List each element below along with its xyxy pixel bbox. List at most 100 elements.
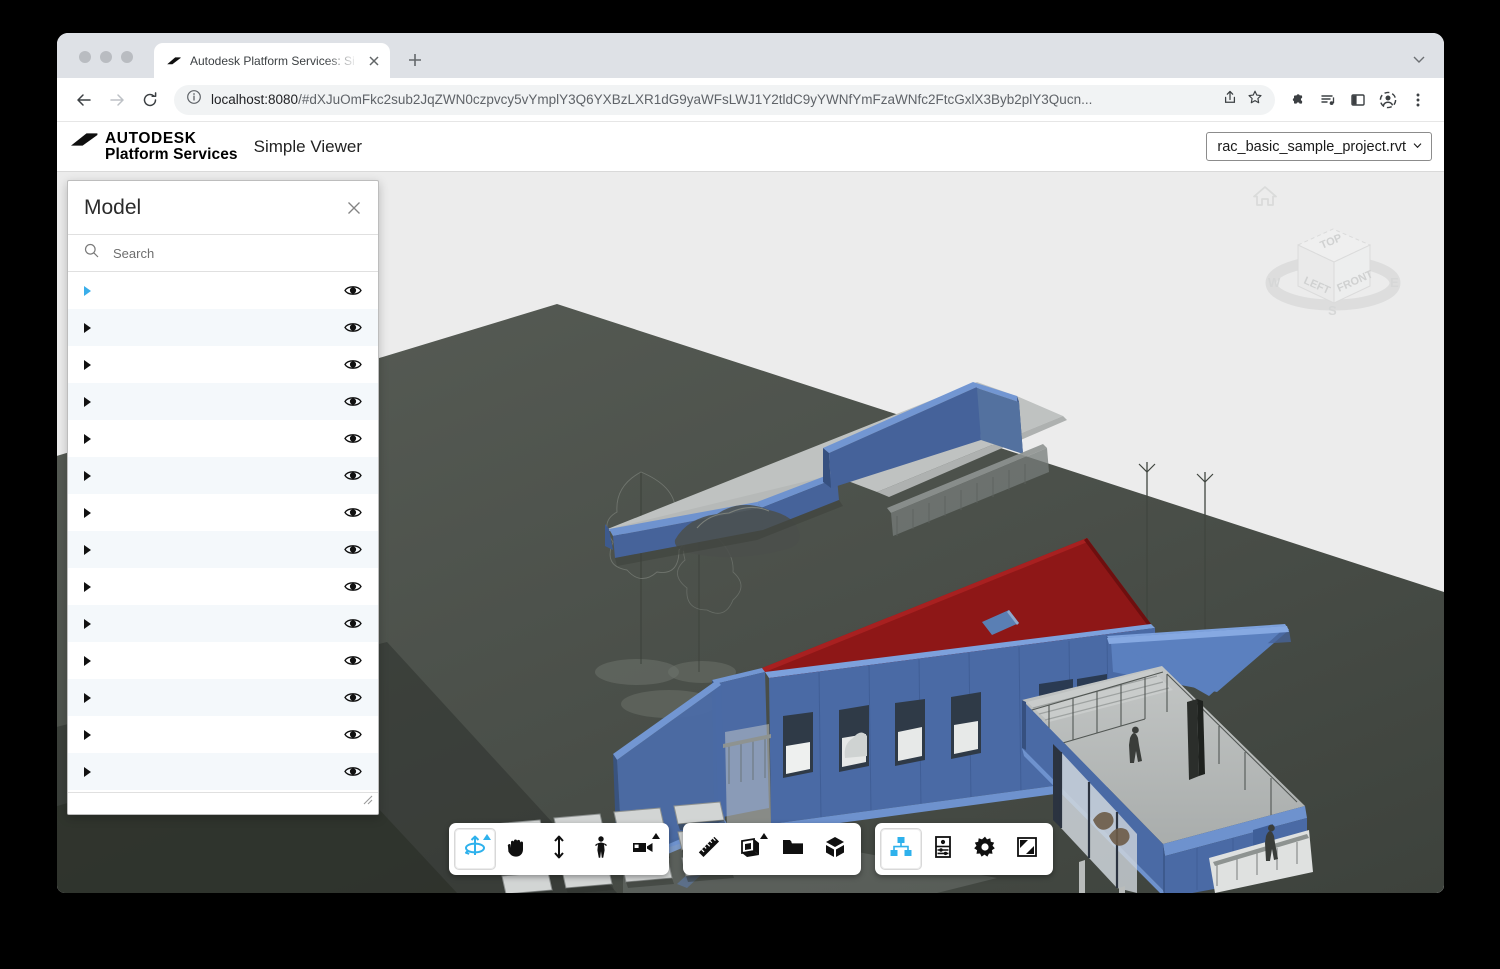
model-tree-icon <box>888 834 914 865</box>
model-tree-row[interactable] <box>68 420 378 457</box>
model-selector-dropdown[interactable]: rac_basic_sample_project.rvt <box>1206 132 1432 161</box>
model-tree-row[interactable] <box>68 272 378 309</box>
panel-search-row[interactable] <box>68 235 378 272</box>
model-tree-row[interactable] <box>68 642 378 679</box>
model-tree-row[interactable] <box>68 383 378 420</box>
expand-arrow-icon[interactable] <box>84 730 91 740</box>
profile-avatar-icon[interactable] <box>1374 86 1402 114</box>
chevron-down-icon <box>1412 139 1423 155</box>
view-cube[interactable]: W E S TOP LEFT FRONT <box>1258 207 1408 322</box>
eye-icon[interactable] <box>344 395 362 408</box>
model-tree-row[interactable] <box>68 568 378 605</box>
section-cube-button[interactable] <box>730 828 772 870</box>
close-icon[interactable] <box>366 53 382 69</box>
model-tree-row[interactable] <box>68 309 378 346</box>
eye-icon[interactable] <box>344 321 362 334</box>
explode-cube-icon <box>822 834 848 865</box>
minimize-window-button[interactable] <box>100 51 112 63</box>
expand-arrow-icon[interactable] <box>84 286 91 296</box>
side-panel-icon[interactable] <box>1344 86 1372 114</box>
eye-icon[interactable] <box>344 580 362 593</box>
autodesk-brand: AUTODESK Platform Services <box>71 131 238 163</box>
expand-arrow-icon[interactable] <box>84 508 91 518</box>
first-person-button[interactable] <box>580 828 622 870</box>
puzzle-piece-icon[interactable] <box>1284 86 1312 114</box>
zoom-arrows-button[interactable] <box>538 828 580 870</box>
expand-arrow-icon[interactable] <box>84 360 91 370</box>
camera-button[interactable] <box>622 828 664 870</box>
eye-icon[interactable] <box>344 654 362 667</box>
model-tree-button[interactable] <box>880 828 922 870</box>
media-list-icon[interactable] <box>1314 86 1342 114</box>
expand-arrow-icon[interactable] <box>84 545 91 555</box>
eye-icon[interactable] <box>344 617 362 630</box>
expand-arrow-icon[interactable] <box>84 656 91 666</box>
eye-icon[interactable] <box>344 691 362 704</box>
model-tree-row[interactable] <box>68 605 378 642</box>
expand-arrow-icon[interactable] <box>84 323 91 333</box>
eye-icon[interactable] <box>344 728 362 741</box>
browser-window: Autodesk Platform Services: Si localhost <box>57 33 1444 893</box>
eye-icon[interactable] <box>344 765 362 778</box>
close-window-button[interactable] <box>79 51 91 63</box>
info-circle-icon[interactable] <box>186 89 202 110</box>
expand-arrow-icon[interactable] <box>84 619 91 629</box>
maximize-window-button[interactable] <box>121 51 133 63</box>
fullscreen-icon <box>1014 834 1040 865</box>
flyout-caret-icon[interactable] <box>760 833 768 839</box>
model-tree-row[interactable] <box>68 753 378 790</box>
model-tree[interactable] <box>68 272 378 792</box>
eye-icon[interactable] <box>344 469 362 482</box>
eye-icon[interactable] <box>344 543 362 556</box>
expand-arrow-icon[interactable] <box>84 434 91 444</box>
chevron-down-icon[interactable] <box>1410 50 1428 68</box>
close-icon[interactable] <box>344 198 364 218</box>
viewcube-label-west: W <box>1268 275 1281 290</box>
share-icon[interactable] <box>1222 89 1238 110</box>
address-bar[interactable]: localhost:8080/#dXJuOmFkc2sub2JqZWN0czpv… <box>174 85 1275 115</box>
flyout-caret-icon[interactable] <box>652 833 660 839</box>
folder-button[interactable] <box>772 828 814 870</box>
resize-grip-icon[interactable] <box>362 792 373 810</box>
browser-navbar: localhost:8080/#dXJuOmFkc2sub2JqZWN0czpv… <box>57 78 1444 122</box>
fullscreen-button[interactable] <box>1006 828 1048 870</box>
ruler-measure-icon <box>696 834 722 865</box>
search-input[interactable] <box>113 246 364 261</box>
viewer-canvas[interactable]: W E S TOP LEFT FRONT Model <box>57 172 1444 893</box>
ruler-measure-button[interactable] <box>688 828 730 870</box>
eye-icon[interactable] <box>344 358 362 371</box>
eye-icon[interactable] <box>344 432 362 445</box>
explode-cube-button[interactable] <box>814 828 856 870</box>
expand-arrow-icon[interactable] <box>84 582 91 592</box>
expand-arrow-icon[interactable] <box>84 767 91 777</box>
reload-icon[interactable] <box>135 85 165 115</box>
window-traffic-lights[interactable] <box>79 51 133 63</box>
expand-arrow-icon[interactable] <box>84 471 91 481</box>
url-host: localhost:8080 <box>211 92 298 107</box>
eye-icon[interactable] <box>344 284 362 297</box>
folder-icon <box>780 834 806 865</box>
model-tree-row[interactable] <box>68 716 378 753</box>
model-tree-row[interactable] <box>68 679 378 716</box>
first-person-icon <box>588 834 614 865</box>
star-icon[interactable] <box>1247 89 1263 110</box>
model-tree-row[interactable] <box>68 346 378 383</box>
flyout-caret-icon[interactable] <box>483 834 491 840</box>
pan-hand-button[interactable] <box>496 828 538 870</box>
model-tree-row[interactable] <box>68 494 378 531</box>
browser-tab[interactable]: Autodesk Platform Services: Si <box>154 43 390 78</box>
eye-icon[interactable] <box>344 506 362 519</box>
three-dot-menu-icon[interactable] <box>1404 86 1432 114</box>
model-tree-row[interactable] <box>68 457 378 494</box>
model-tree-row[interactable] <box>68 531 378 568</box>
properties-button[interactable] <box>922 828 964 870</box>
forward-arrow-icon[interactable] <box>102 85 132 115</box>
viewer-toolbar <box>449 823 1053 875</box>
back-arrow-icon[interactable] <box>69 85 99 115</box>
new-tab-button[interactable] <box>404 49 426 71</box>
expand-arrow-icon[interactable] <box>84 693 91 703</box>
orbit-button[interactable] <box>454 828 496 870</box>
settings-gear-button[interactable] <box>964 828 1006 870</box>
expand-arrow-icon[interactable] <box>84 397 91 407</box>
model-browser-panel: Model <box>67 180 379 815</box>
